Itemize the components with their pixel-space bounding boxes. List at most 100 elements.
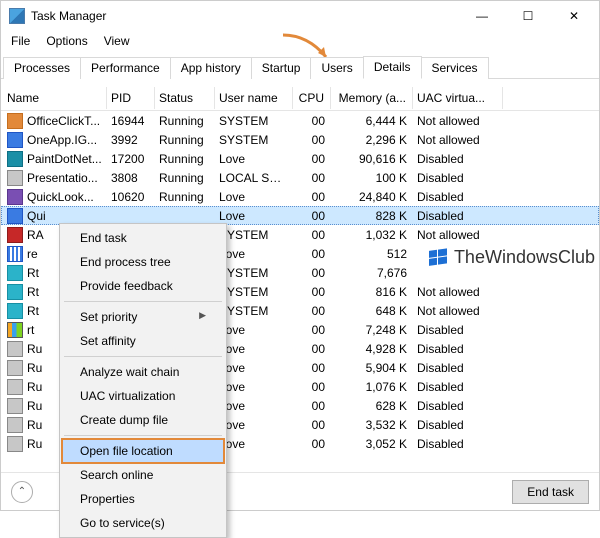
chevron-right-icon: ▶: [199, 310, 206, 321]
process-cpu: 00: [293, 342, 331, 356]
process-name: PaintDotNet...: [27, 152, 102, 166]
process-name: Presentatio...: [27, 171, 98, 185]
process-cpu: 00: [293, 133, 331, 147]
process-icon: [7, 265, 23, 281]
process-name: Rt: [27, 266, 39, 280]
column-header-pid[interactable]: PID: [107, 87, 155, 109]
process-uac: Not allowed: [413, 304, 503, 318]
context-menu-item-create-dump-file[interactable]: Create dump file: [62, 408, 224, 432]
process-memory: 1,076 K: [331, 380, 413, 394]
process-cpu: 00: [293, 437, 331, 451]
process-memory: 648 K: [331, 304, 413, 318]
process-cpu: 00: [293, 380, 331, 394]
column-header-cpu[interactable]: CPU: [293, 87, 331, 109]
context-menu-item-set-affinity[interactable]: Set affinity: [62, 329, 224, 353]
process-status: Running: [155, 133, 215, 147]
process-uac: Disabled: [413, 399, 503, 413]
process-uac: Not allowed: [413, 114, 503, 128]
minimize-button[interactable]: —: [459, 1, 505, 31]
process-row[interactable]: OneApp.IG...3992RunningSYSTEM002,296 KNo…: [1, 130, 599, 149]
process-pid: 3808: [107, 171, 155, 185]
context-menu-item-analyze-wait-chain[interactable]: Analyze wait chain: [62, 360, 224, 384]
process-uac: Disabled: [413, 152, 503, 166]
process-pid: 16944: [107, 114, 155, 128]
process-uac: Disabled: [413, 418, 503, 432]
process-icon: [7, 113, 23, 129]
process-pid: 10620: [107, 190, 155, 204]
process-name: Qui: [27, 209, 46, 223]
process-cpu: 00: [293, 190, 331, 204]
process-memory: 24,840 K: [331, 190, 413, 204]
process-user: Love: [215, 190, 293, 204]
process-user: Love: [215, 152, 293, 166]
tab-startup[interactable]: Startup: [251, 57, 312, 79]
process-row[interactable]: Presentatio...3808RunningLOCAL SE...0010…: [1, 168, 599, 187]
context-menu-item-open-file-location[interactable]: Open file location: [62, 439, 224, 463]
process-name: re: [27, 247, 38, 261]
column-header-name[interactable]: Name: [7, 87, 107, 109]
process-memory: 512: [331, 247, 413, 261]
process-row[interactable]: OfficeClickT...16944RunningSYSTEM006,444…: [1, 111, 599, 130]
process-row[interactable]: PaintDotNet...17200RunningLove0090,616 K…: [1, 149, 599, 168]
process-memory: 628 K: [331, 399, 413, 413]
process-user: SYSTEM: [215, 133, 293, 147]
process-row[interactable]: QuickLook...10620RunningLove0024,840 KDi…: [1, 187, 599, 206]
context-menu-item-end-task[interactable]: End task: [62, 226, 224, 250]
process-memory: 2,296 K: [331, 133, 413, 147]
process-cpu: 00: [293, 323, 331, 337]
process-status: Running: [155, 152, 215, 166]
expand-collapse-button[interactable]: ⌃: [11, 481, 33, 503]
process-name: Ru: [27, 342, 42, 356]
context-menu-item-uac-virtualization[interactable]: UAC virtualization: [62, 384, 224, 408]
process-name: QuickLook...: [27, 190, 94, 204]
context-menu-item-end-process-tree[interactable]: End process tree: [62, 250, 224, 274]
tab-app-history[interactable]: App history: [170, 57, 252, 79]
process-user: Love: [215, 209, 293, 223]
process-name: Ru: [27, 361, 42, 375]
process-icon: [7, 227, 23, 243]
process-pid: 17200: [107, 152, 155, 166]
tab-users[interactable]: Users: [310, 57, 363, 79]
process-cpu: 00: [293, 418, 331, 432]
process-cpu: 00: [293, 114, 331, 128]
column-header-row: Name PID Status User name CPU Memory (a.…: [1, 85, 599, 111]
process-memory: 90,616 K: [331, 152, 413, 166]
process-memory: 828 K: [331, 209, 413, 223]
menu-options[interactable]: Options: [40, 32, 93, 50]
process-user: LOCAL SE...: [215, 171, 293, 185]
menu-file[interactable]: File: [5, 32, 36, 50]
process-uac: Not allowed: [413, 228, 503, 242]
process-cpu: 00: [293, 266, 331, 280]
process-name: Rt: [27, 304, 39, 318]
maximize-button[interactable]: ☐: [505, 1, 551, 31]
tab-performance[interactable]: Performance: [80, 57, 171, 79]
process-name: rt: [27, 323, 34, 337]
process-status: Running: [155, 114, 215, 128]
column-header-status[interactable]: Status: [155, 87, 215, 109]
process-uac: Not allowed: [413, 285, 503, 299]
menu-view[interactable]: View: [98, 32, 136, 50]
process-cpu: 00: [293, 361, 331, 375]
process-memory: 100 K: [331, 171, 413, 185]
process-icon: [7, 284, 23, 300]
process-memory: 6,444 K: [331, 114, 413, 128]
tab-services[interactable]: Services: [421, 57, 489, 79]
tab-processes[interactable]: Processes: [3, 57, 81, 79]
close-button[interactable]: ✕: [551, 1, 597, 31]
process-icon: [7, 170, 23, 186]
end-task-button[interactable]: End task: [512, 480, 589, 504]
context-menu-item-properties[interactable]: Properties: [62, 487, 224, 511]
process-name: OneApp.IG...: [27, 133, 97, 147]
tab-details[interactable]: Details: [363, 56, 422, 79]
column-header-memory[interactable]: Memory (a...: [331, 87, 413, 109]
watermark: TheWindowsClub: [428, 247, 595, 268]
process-icon: [7, 151, 23, 167]
menu-bar: File Options View: [1, 31, 599, 51]
context-menu-item-search-online[interactable]: Search online: [62, 463, 224, 487]
context-menu-item-provide-feedback[interactable]: Provide feedback: [62, 274, 224, 298]
column-header-user[interactable]: User name: [215, 87, 293, 109]
context-menu-item-go-to-service-s[interactable]: Go to service(s): [62, 511, 224, 535]
process-icon: [7, 303, 23, 319]
context-menu-item-set-priority[interactable]: Set priority▶: [62, 305, 224, 329]
column-header-uac[interactable]: UAC virtua...: [413, 87, 503, 109]
